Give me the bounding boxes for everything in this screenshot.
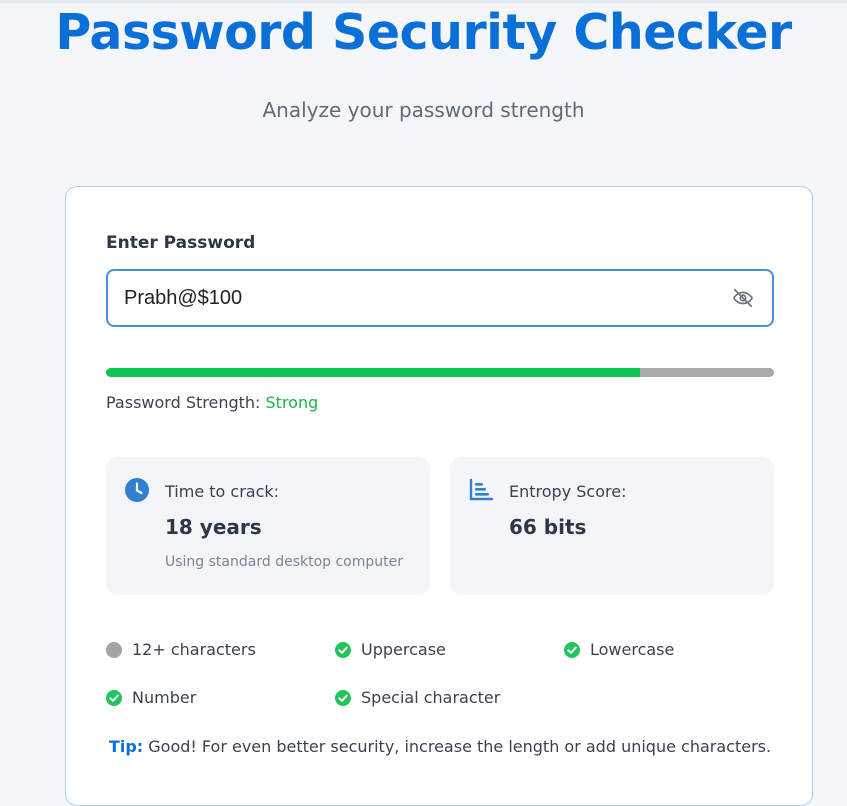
requirement-lowercase: Lowercase: [564, 640, 674, 659]
requirement-label: Number: [132, 688, 197, 707]
password-input[interactable]: [106, 269, 774, 327]
check-circle-icon: [564, 641, 580, 658]
requirement-label: Uppercase: [361, 640, 446, 659]
checker-card: Enter Password Password Strength: Strong…: [65, 186, 813, 806]
eye-slash-icon: [733, 288, 753, 308]
check-circle-icon: [106, 689, 122, 706]
tip-label: Tip:: [108, 737, 144, 756]
strength-meter: [106, 368, 774, 377]
tip-message: Tip: Good! For even better security, inc…: [66, 737, 814, 756]
requirement-label: Special character: [361, 688, 501, 707]
time-to-crack-note: Using standard desktop computer: [165, 554, 403, 570]
time-to-crack-label: Time to crack:: [165, 482, 280, 501]
toggle-visibility-button[interactable]: [732, 287, 754, 309]
entropy-value: 66 bits: [509, 515, 587, 539]
unmet-indicator-icon: [106, 641, 122, 658]
time-to-crack-card: Time to crack: 18 years Using standard d…: [106, 457, 430, 595]
requirement-length: 12+ characters: [106, 640, 256, 659]
entropy-card: Entropy Score: 66 bits: [450, 457, 774, 595]
entropy-label: Entropy Score:: [509, 482, 627, 501]
requirement-uppercase: Uppercase: [335, 640, 446, 659]
strength-meter-fill: [106, 368, 641, 377]
page-title: Password Security Checker: [55, 4, 792, 61]
tip-text: Good! For even better security, increase…: [143, 737, 772, 756]
password-label: Enter Password: [106, 233, 256, 253]
strength-value: Strong: [265, 393, 319, 412]
strength-label: Password Strength:: [106, 393, 261, 412]
bar-chart-icon: [469, 478, 494, 501]
check-circle-icon: [335, 689, 351, 706]
time-to-crack-value: 18 years: [165, 515, 262, 539]
requirement-label: 12+ characters: [132, 640, 256, 659]
check-circle-icon: [335, 641, 351, 658]
requirement-number: Number: [106, 688, 196, 707]
requirement-label: Lowercase: [590, 640, 675, 659]
strength-text: Password Strength: Strong: [106, 393, 318, 412]
clock-icon: [125, 478, 149, 502]
requirement-special: Special character: [335, 688, 500, 707]
page-subtitle: Analyze your password strength: [262, 98, 585, 122]
